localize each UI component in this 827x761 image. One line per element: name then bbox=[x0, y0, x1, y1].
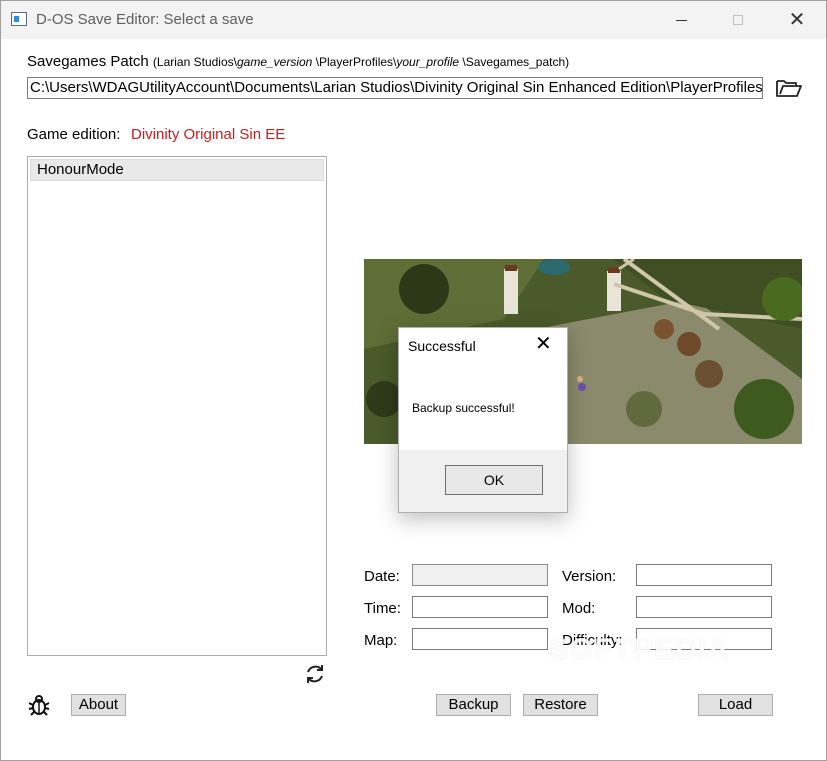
window-title: D-OS Save Editor: Select a save bbox=[36, 11, 254, 28]
watermark: SOFTPEDIA bbox=[549, 633, 730, 666]
maximize-button[interactable] bbox=[710, 1, 766, 39]
minimize-icon bbox=[675, 19, 687, 21]
savegames-label: Savegames Patch (Larian Studios\game_ver… bbox=[27, 53, 569, 70]
hint-game-version: game_version bbox=[236, 55, 313, 69]
dialog-message: Backup successful! bbox=[412, 401, 515, 415]
time-label: Time: bbox=[364, 600, 401, 617]
bug-icon[interactable] bbox=[27, 693, 51, 717]
save-list[interactable]: HonourMode bbox=[27, 156, 327, 656]
game-edition-value: Divinity Original Sin EE bbox=[131, 126, 286, 143]
time-field[interactable] bbox=[412, 596, 548, 618]
ok-button[interactable]: OK bbox=[445, 465, 543, 495]
date-label: Date: bbox=[364, 568, 400, 585]
minimize-button[interactable] bbox=[653, 1, 709, 39]
dialog-close-icon[interactable]: ✕ bbox=[535, 334, 552, 354]
hint-suffix: \Savegames_patch) bbox=[459, 55, 570, 69]
hint-profile: your_profile bbox=[396, 55, 460, 69]
map-field[interactable] bbox=[412, 628, 548, 650]
mod-field[interactable] bbox=[636, 596, 772, 618]
hint-prefix: (Larian Studios\ bbox=[152, 55, 237, 69]
refresh-icon[interactable] bbox=[303, 662, 327, 686]
close-button[interactable]: ✕ bbox=[769, 1, 825, 39]
hint-mid: \PlayerProfiles\ bbox=[312, 55, 397, 69]
list-item[interactable]: HonourMode bbox=[30, 159, 324, 181]
about-button[interactable]: About bbox=[71, 694, 126, 716]
close-icon: ✕ bbox=[788, 9, 806, 31]
app-icon bbox=[11, 12, 27, 26]
savegames-path-input[interactable]: C:\Users\WDAGUtilityAccount\Documents\La… bbox=[27, 77, 763, 99]
app-window: D-OS Save Editor: Select a save ✕ Savega… bbox=[0, 0, 827, 761]
maximize-icon bbox=[733, 15, 743, 25]
savegames-hint: (Larian Studios\game_version \PlayerProf… bbox=[153, 55, 569, 69]
version-label: Version: bbox=[562, 568, 617, 585]
game-edition-label: Game edition: bbox=[27, 126, 121, 143]
map-label: Map: bbox=[364, 632, 398, 649]
dialog-footer: OK bbox=[399, 450, 567, 512]
mod-label: Mod: bbox=[562, 600, 596, 617]
date-field bbox=[412, 564, 548, 586]
load-button[interactable]: Load bbox=[698, 694, 773, 716]
restore-button[interactable]: Restore bbox=[523, 694, 598, 716]
version-field[interactable] bbox=[636, 564, 772, 586]
dialog-title: Successful bbox=[408, 338, 476, 354]
folder-open-icon[interactable] bbox=[775, 76, 803, 100]
success-dialog: Successful ✕ Backup successful! OK bbox=[398, 327, 568, 513]
savegames-label-text: Savegames Patch bbox=[27, 53, 149, 70]
backup-button[interactable]: Backup bbox=[436, 694, 511, 716]
title-bar[interactable]: D-OS Save Editor: Select a save ✕ bbox=[1, 1, 826, 39]
